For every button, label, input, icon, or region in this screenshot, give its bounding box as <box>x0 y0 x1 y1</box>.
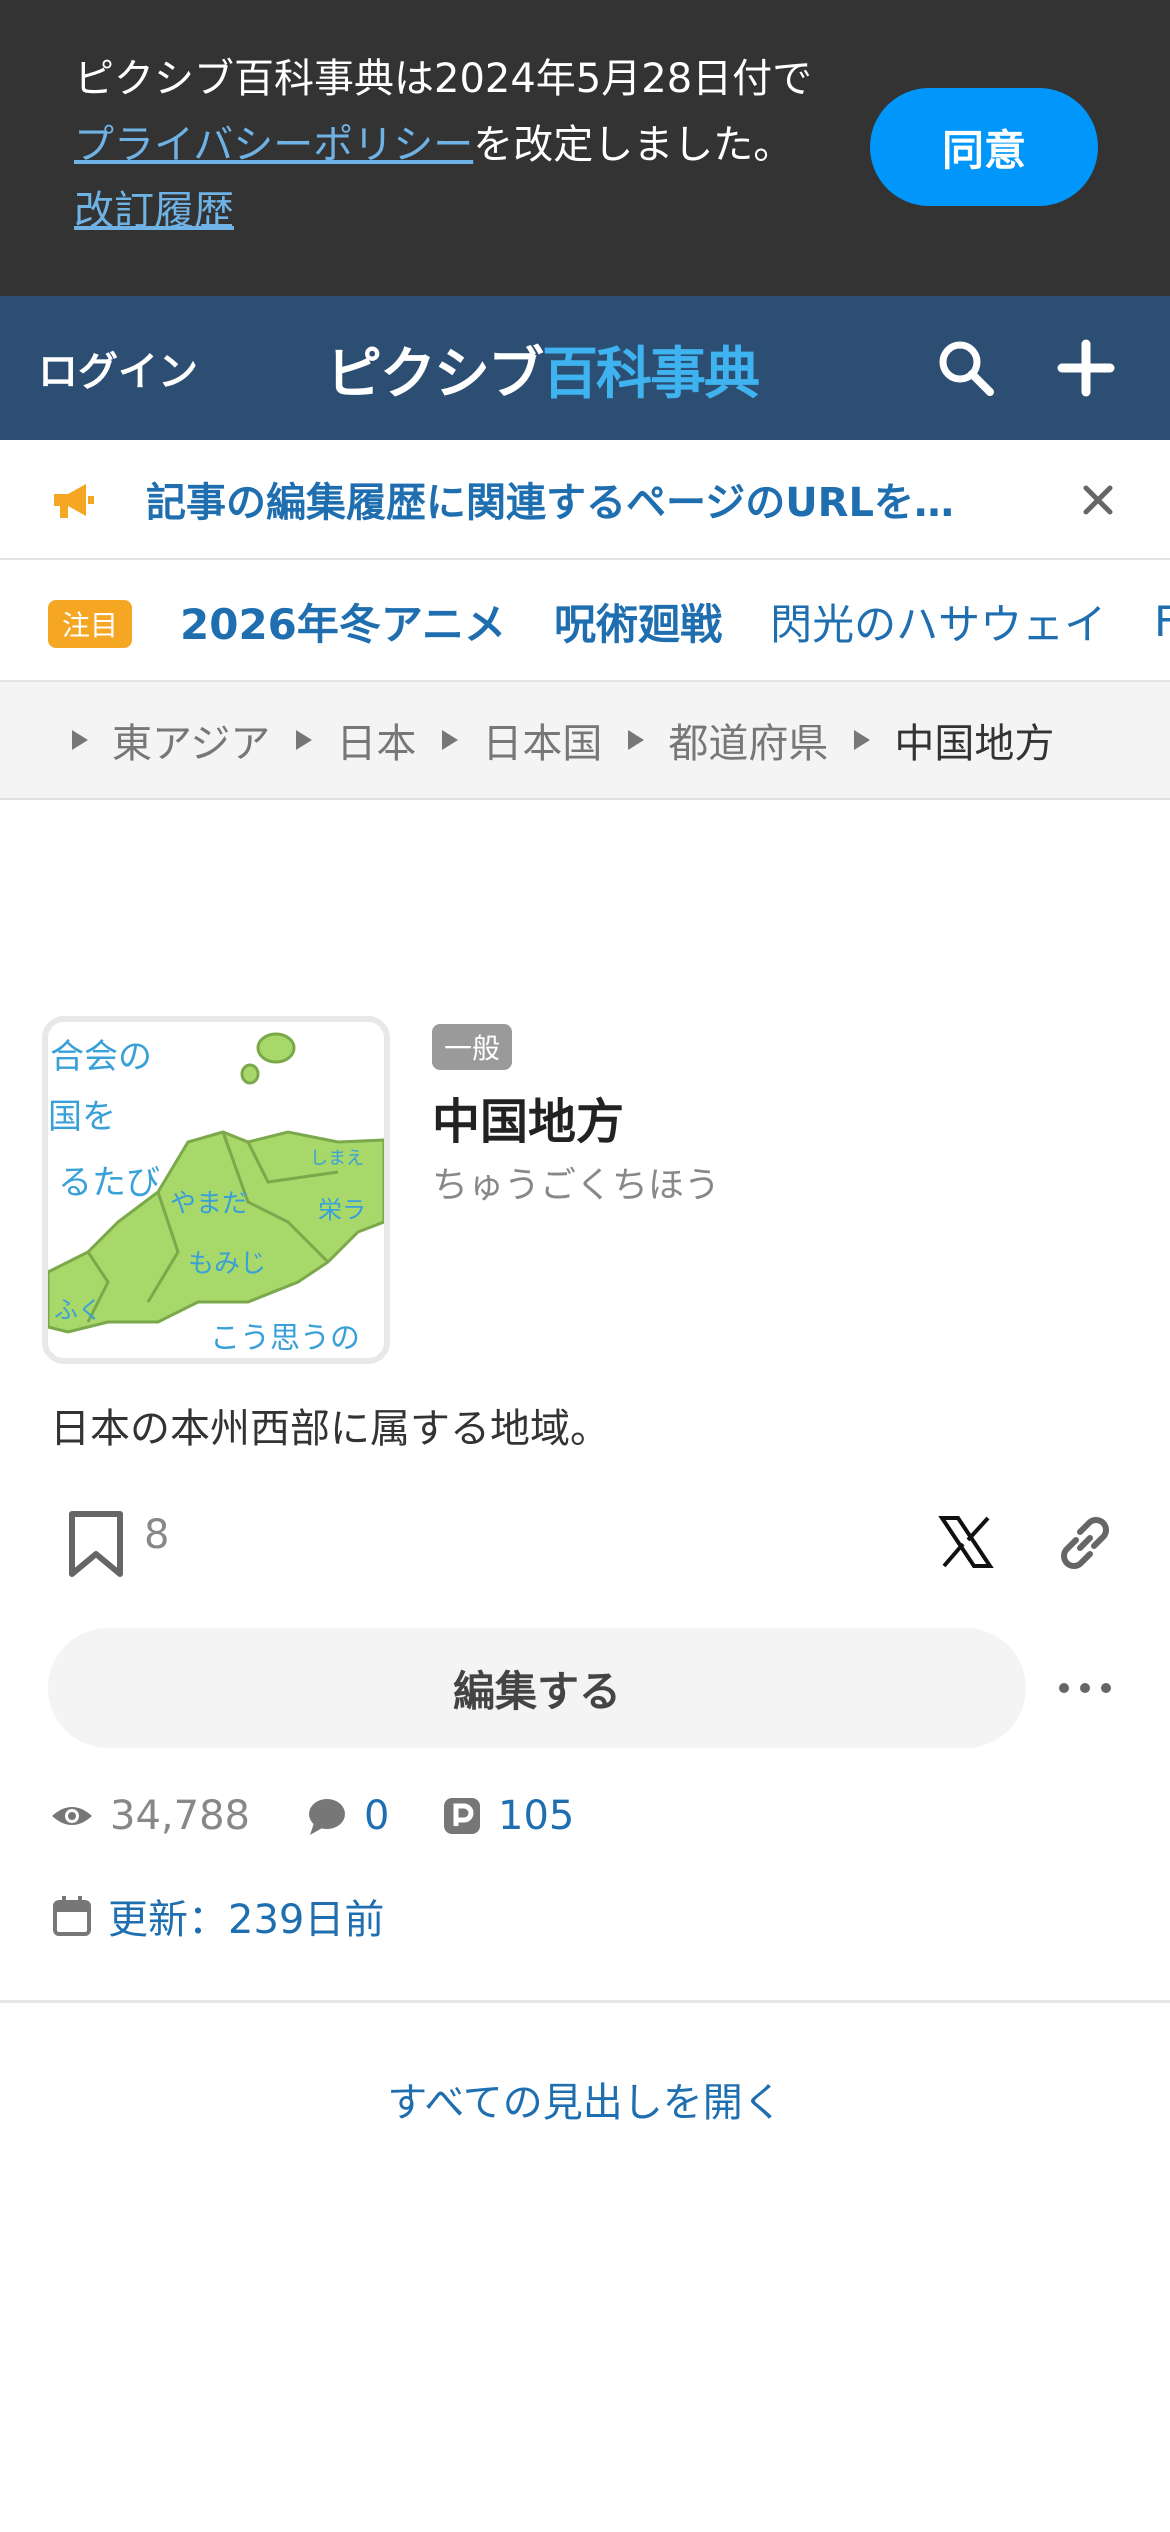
article-thumbnail[interactable]: 合会の 国を るたび やまだ もみじ ふく こう思うの しまえ 栄ラ <box>42 1016 390 1364</box>
thumb-label: しまえ <box>310 1148 364 1169</box>
x-share-icon[interactable] <box>938 1514 994 1570</box>
breadcrumb-label: 都道府県 <box>668 721 829 767</box>
article-title: 中国地方 <box>432 1094 625 1150</box>
search-icon[interactable] <box>934 336 998 400</box>
comment-count[interactable]: 0 <box>306 1788 389 1844</box>
breadcrumb-label: 日本国 <box>482 721 603 767</box>
triangle-right-icon <box>296 730 313 750</box>
privacy-consent-banner: ピクシブ百科事典は2024年5月28日付でプライバシーポリシーを改定しました。改… <box>0 0 1170 296</box>
trending-item[interactable]: F <box>1154 597 1170 646</box>
logo-pixiv-text: ピクシブ <box>326 341 544 407</box>
breadcrumb-item[interactable]: 東アジア <box>72 711 270 769</box>
consent-text-before: ピクシブ百科事典は2024年5月28日付で <box>74 56 813 102</box>
comment-icon <box>309 1799 345 1835</box>
agree-button[interactable]: 同意 <box>870 88 1098 206</box>
consent-text-middle: を改定しました。 <box>473 122 794 168</box>
thumb-label: こう思うの <box>210 1321 360 1356</box>
notice-link[interactable]: 記事の編集履歴に関連するページのURLを… <box>146 440 1026 558</box>
link-copy-icon[interactable] <box>1054 1512 1116 1574</box>
thumb-label: るたび <box>58 1163 160 1203</box>
consent-text: ピクシブ百科事典は2024年5月28日付でプライバシーポリシーを改定しました。改… <box>74 46 824 244</box>
pixiv-works-value: 105 <box>498 1793 575 1839</box>
open-all-headings-link[interactable]: すべての見出しを開く <box>0 2070 1170 2128</box>
trending-item[interactable]: 呪術廻戦 <box>554 591 722 652</box>
breadcrumb-item[interactable]: 日本国 <box>442 711 602 769</box>
category-badge: 一般 <box>432 1024 513 1070</box>
trending-list: 2026年冬アニメ 呪術廻戦 閃光のハサウェイ F <box>180 562 1170 680</box>
bookmark-count: 8 <box>144 1512 170 1558</box>
view-count: 34,788 <box>50 1788 250 1844</box>
thumb-label: ふく <box>54 1296 102 1324</box>
close-icon[interactable] <box>1078 480 1118 520</box>
more-options-icon[interactable] <box>1056 1676 1114 1700</box>
calendar-icon <box>53 1896 91 1936</box>
trending-badge: 注目 <box>48 600 133 648</box>
breadcrumb-label: 中国地方 <box>894 721 1055 767</box>
triangle-right-icon <box>854 730 871 750</box>
article-summary: 日本の本州西部に属する地域。 <box>50 1406 610 1452</box>
view-count-value: 34,788 <box>110 1793 250 1839</box>
triangle-right-icon <box>628 730 645 750</box>
breadcrumb-item[interactable]: 日本 <box>296 711 416 769</box>
trending-bar: 注目 2026年冬アニメ 呪術廻戦 閃光のハサウェイ F <box>0 562 1170 682</box>
trending-item[interactable]: 閃光のハサウェイ <box>770 591 1106 652</box>
eye-icon <box>52 1807 92 1825</box>
thumb-label: 合会の <box>50 1037 152 1077</box>
breadcrumb: 東アジア 日本 日本国 都道府県 中国地方 <box>0 682 1170 800</box>
triangle-right-icon <box>72 730 88 750</box>
updated-date: 更新：239日前 <box>52 1886 384 1946</box>
privacy-policy-link[interactable]: プライバシーポリシー <box>74 122 473 168</box>
breadcrumb-item[interactable]: 都道府県 <box>628 711 828 769</box>
pixiv-icon <box>444 1798 480 1834</box>
thumb-label: やまだ <box>170 1189 248 1219</box>
plus-icon[interactable] <box>1054 336 1118 400</box>
thumb-label: 栄ラ <box>318 1196 366 1224</box>
breadcrumb-label: 東アジア <box>112 721 271 767</box>
site-logo[interactable]: ピクシブ 百科事典 <box>326 334 760 407</box>
thumb-label: もみじ <box>188 1249 266 1279</box>
chugoku-map-illustration: 合会の 国を るたび やまだ もみじ ふく こう思うの しまえ 栄ラ <box>48 1022 384 1358</box>
triangle-right-icon <box>442 730 459 750</box>
megaphone-icon <box>54 484 94 518</box>
trending-item[interactable]: 2026年冬アニメ <box>180 591 506 652</box>
notice-bar: 記事の編集履歴に関連するページのURLを… <box>0 440 1170 560</box>
comment-count-value: 0 <box>364 1793 390 1839</box>
site-header: ログイン ピクシブ 百科事典 <box>0 296 1170 440</box>
breadcrumb-current: 中国地方 <box>854 711 1054 769</box>
login-link[interactable]: ログイン <box>38 296 198 440</box>
edit-button[interactable]: 編集する <box>48 1628 1026 1748</box>
bookmark-icon[interactable] <box>66 1510 126 1580</box>
breadcrumb-label: 日本 <box>336 721 417 767</box>
article-reading: ちゅうごくちほう <box>432 1165 721 1206</box>
updated-text: 更新：239日前 <box>108 1897 385 1943</box>
logo-encyclopedia-text: 百科事典 <box>542 341 760 407</box>
thumb-label: 国を <box>48 1097 116 1137</box>
section-divider <box>0 2000 1170 2003</box>
pixiv-works-count[interactable]: 105 <box>442 1788 574 1844</box>
revision-history-link[interactable]: 改訂履歴 <box>74 188 234 234</box>
